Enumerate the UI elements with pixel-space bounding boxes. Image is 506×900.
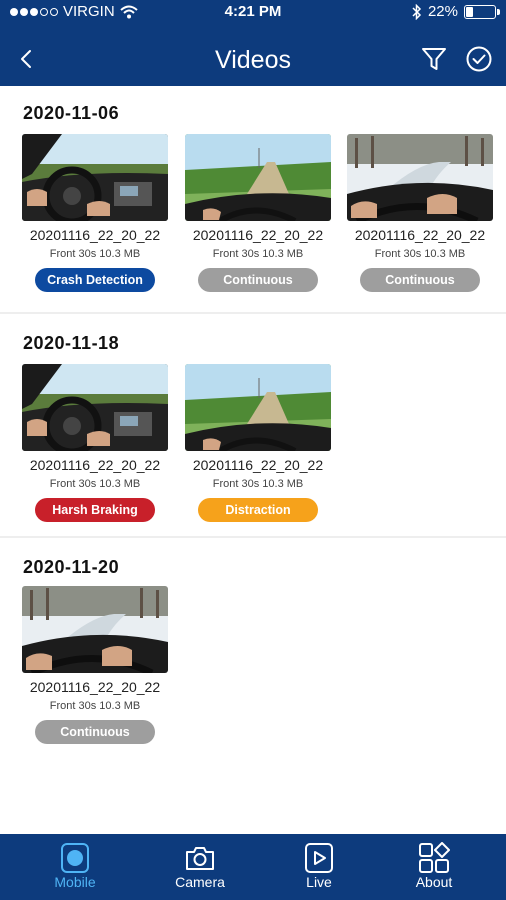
play-icon (305, 843, 333, 873)
select-button[interactable] (464, 44, 494, 74)
grid-icon (419, 842, 450, 873)
battery-percent: 22% (427, 3, 458, 20)
tab-bar: Mobile Camera Live About (0, 834, 506, 900)
video-file-name: 20201116_22_20_22 (192, 457, 324, 473)
video-card[interactable]: 20201116_22_20_22 Front 30s 10.3 MB Hars… (22, 364, 168, 522)
event-tag: Continuous (35, 720, 155, 744)
tab-mobile[interactable]: Mobile (20, 834, 130, 900)
video-thumbnail[interactable] (185, 134, 331, 221)
status-bar: VIRGIN 4:21 PM 22% (0, 0, 506, 24)
event-tag: Continuous (360, 268, 480, 292)
video-file-name: 20201116_22_20_22 (29, 679, 161, 695)
date-heading: 2020-11-18 (23, 333, 120, 353)
video-file-name: 20201116_22_20_22 (29, 227, 161, 243)
event-tag: Harsh Braking (35, 498, 155, 522)
video-file-meta: Front 30s 10.3 MB (49, 700, 141, 712)
tab-label: Camera (175, 874, 225, 890)
video-thumbnail[interactable] (22, 586, 168, 673)
video-card[interactable]: 20201116_22_20_22 Front 30s 10.3 MB Cont… (22, 586, 168, 744)
date-section: 2020-11-06 20201116_22_20_22 Front 30s 1… (0, 86, 506, 314)
bluetooth-icon (412, 3, 422, 20)
video-file-meta: Front 30s 10.3 MB (212, 478, 304, 490)
date-section: 2020-11-20 20201116_22_20_22 Front 30s 1… (0, 540, 506, 770)
top-bar: VIRGIN 4:21 PM 22% Videos (0, 0, 506, 86)
filter-button[interactable] (420, 44, 448, 74)
video-list: 2020-11-06 20201116_22_20_22 Front 30s 1… (0, 86, 506, 834)
event-tag: Distraction (198, 498, 318, 522)
status-right: 22% (412, 3, 500, 20)
video-thumbnail[interactable] (22, 364, 168, 451)
video-file-name: 20201116_22_20_22 (354, 227, 486, 243)
check-circle-icon (466, 46, 492, 72)
tab-label: About (415, 874, 453, 890)
tab-live[interactable]: Live (264, 834, 374, 900)
filter-icon (422, 48, 446, 70)
video-thumbnail[interactable] (185, 364, 331, 451)
video-file-meta: Front 30s 10.3 MB (212, 248, 304, 260)
battery-fill (466, 6, 473, 17)
video-card[interactable]: 20201116_22_20_22 Front 30s 10.3 MB Cras… (22, 134, 168, 292)
date-heading: 2020-11-20 (23, 557, 120, 577)
tab-label: Live (306, 874, 332, 890)
nav-bar: Videos (0, 34, 506, 86)
video-card[interactable]: 20201116_22_20_22 Front 30s 10.3 MB Cont… (185, 134, 331, 292)
phone-icon (61, 843, 89, 873)
tab-label: Mobile (54, 874, 96, 890)
date-section: 2020-11-18 20201116_22_20_22 Front 30s 1… (0, 316, 506, 538)
video-file-meta: Front 30s 10.3 MB (374, 248, 466, 260)
video-file-meta: Front 30s 10.3 MB (49, 478, 141, 490)
camera-icon (186, 847, 214, 870)
tab-camera[interactable]: Camera (145, 834, 255, 900)
date-heading: 2020-11-06 (23, 103, 120, 123)
battery-icon (464, 4, 500, 19)
video-card[interactable]: 20201116_22_20_22 Front 30s 10.3 MB Cont… (347, 134, 493, 292)
video-file-name: 20201116_22_20_22 (29, 457, 161, 473)
video-file-name: 20201116_22_20_22 (192, 227, 324, 243)
event-tag: Crash Detection (35, 268, 155, 292)
event-tag: Continuous (198, 268, 318, 292)
video-thumbnail[interactable] (22, 134, 168, 221)
tab-about[interactable]: About (379, 834, 489, 900)
video-file-meta: Front 30s 10.3 MB (49, 248, 141, 260)
video-card[interactable]: 20201116_22_20_22 Front 30s 10.3 MB Dist… (185, 364, 331, 522)
video-thumbnail[interactable] (347, 134, 493, 221)
